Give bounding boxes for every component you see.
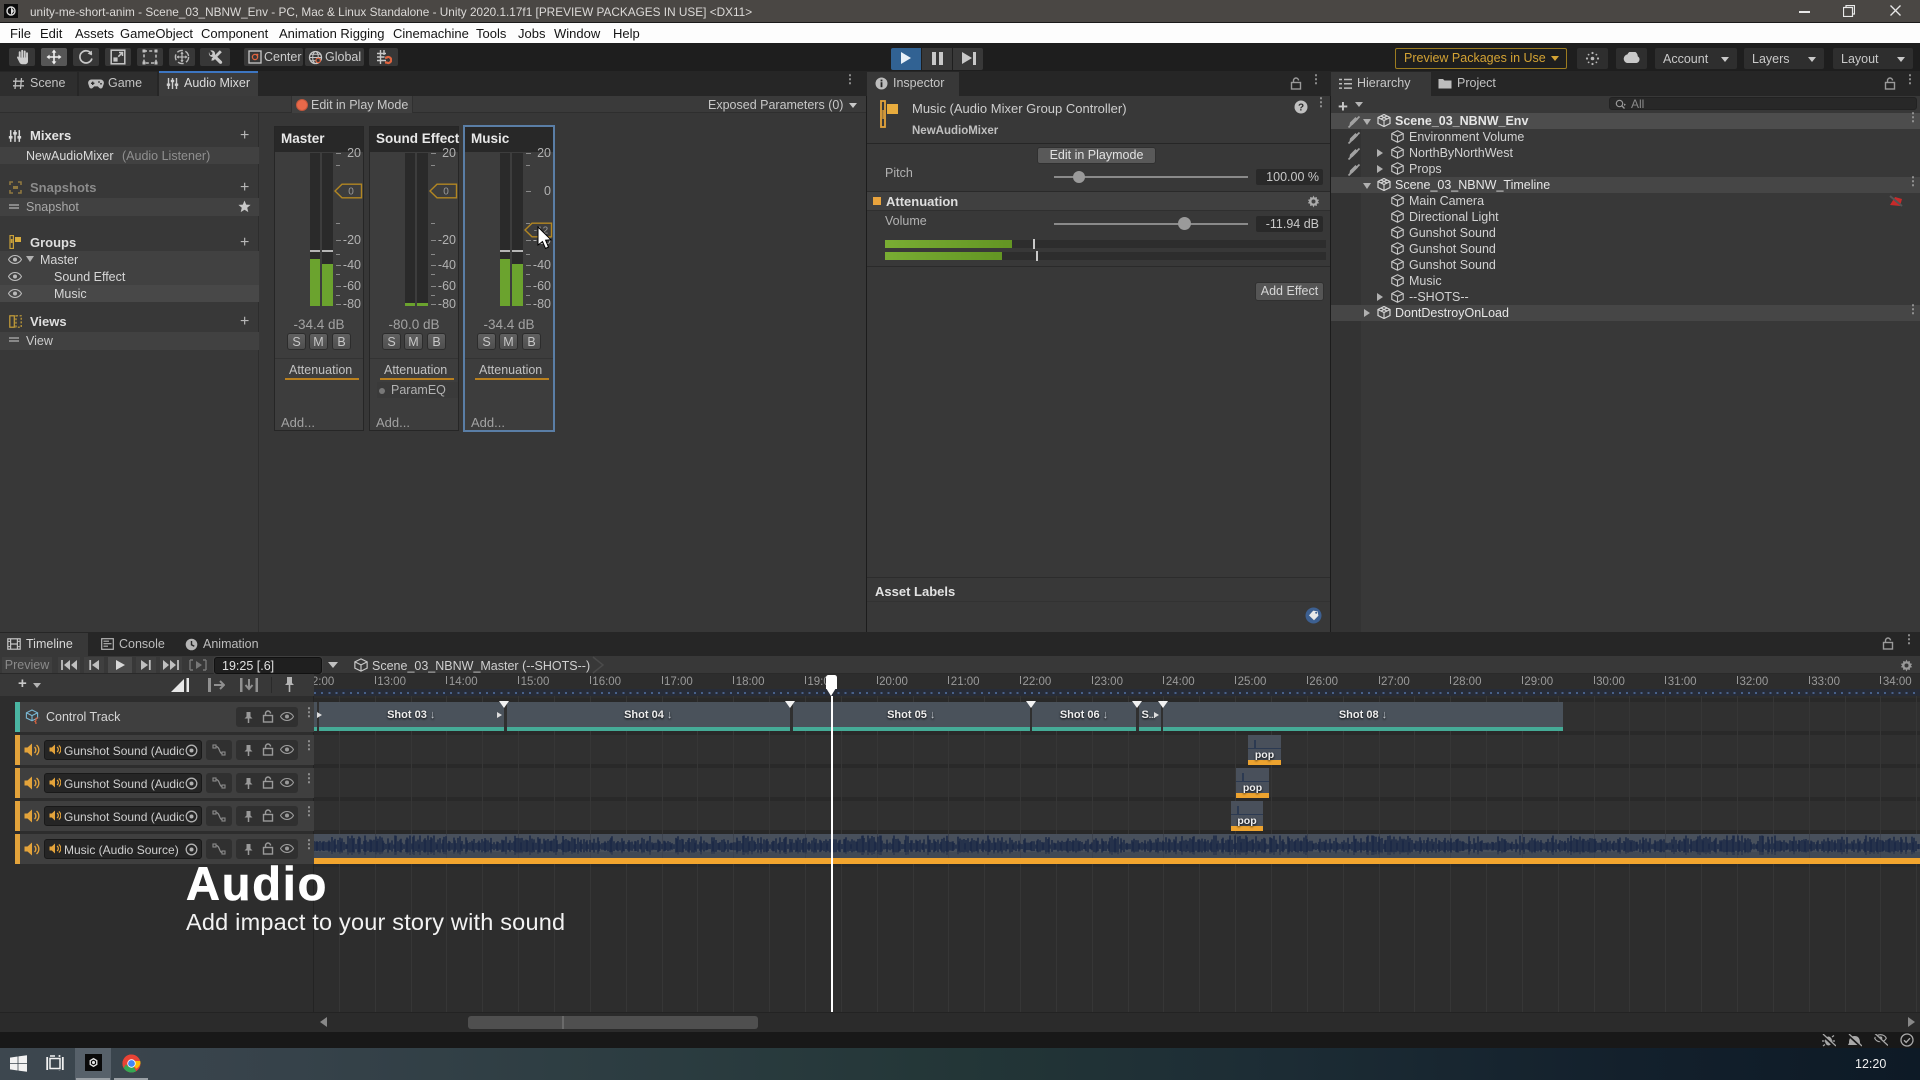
svg-text:?: ? (1298, 103, 1304, 114)
svg-text:0: 0 (348, 187, 354, 198)
svg-text:0: 0 (443, 187, 449, 198)
svg-text:{}: {} (34, 717, 41, 724)
